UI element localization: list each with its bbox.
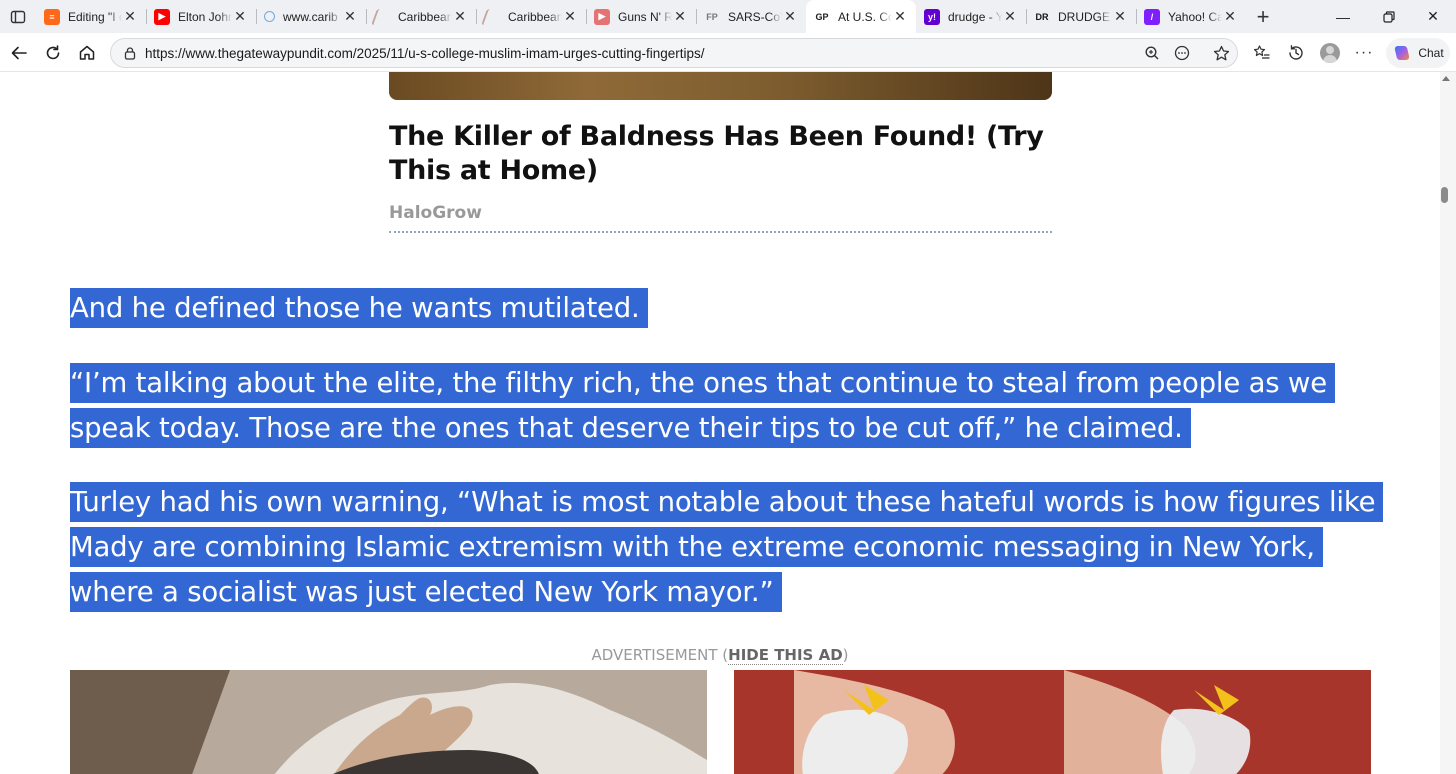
browser-tab[interactable]: DR DRUDGE R✕ — [1026, 0, 1136, 33]
ellipsis-icon: ··· — [1354, 44, 1374, 61]
scroll-up-arrow-icon[interactable] — [1442, 76, 1450, 81]
close-tab-icon[interactable]: ✕ — [342, 8, 358, 25]
page-scrollbar[interactable] — [1440, 72, 1456, 774]
ad-image[interactable] — [389, 72, 1052, 100]
tab-title: www.carib — [283, 9, 338, 24]
favorite-star-button[interactable] — [1205, 37, 1237, 69]
youtube-icon: ▶ — [594, 8, 610, 25]
tab-title: Editing "I c — [68, 9, 122, 24]
tab-title: drudge - Y — [948, 9, 1002, 24]
star-icon — [1213, 45, 1229, 60]
close-tab-icon[interactable]: ✕ — [892, 8, 908, 25]
tab-actions-button[interactable] — [0, 0, 36, 33]
article-paragraph: And he defined those he wants mutilated. — [70, 286, 1390, 331]
restore-icon — [1383, 10, 1395, 23]
browser-tab[interactable]: Caribbean ✕ — [366, 0, 476, 33]
hide-ad-link[interactable]: HIDE THIS AD — [728, 646, 843, 665]
close-tab-icon[interactable]: ✕ — [232, 8, 248, 25]
copilot-chat-button[interactable]: Chat — [1386, 38, 1450, 68]
substack-icon: ≡ — [44, 8, 60, 25]
zoom-icon — [1145, 46, 1159, 60]
close-tab-icon[interactable]: ✕ — [122, 8, 138, 25]
home-button[interactable] — [71, 37, 103, 69]
reader-options-button[interactable] — [1166, 37, 1198, 69]
browser-tab[interactable]: y! drudge - Y ✕ — [916, 0, 1026, 33]
close-tab-icon[interactable]: ✕ — [562, 8, 578, 25]
chat-label: Chat — [1418, 46, 1444, 60]
tab-title: Yahoo! Ca — [1168, 9, 1222, 24]
yahoo-icon: y! — [924, 8, 940, 25]
tab-title: Elton John — [178, 9, 232, 24]
settings-more-button[interactable]: ··· — [1348, 37, 1380, 69]
zoom-button[interactable] — [1136, 37, 1168, 69]
refresh-button[interactable] — [37, 37, 69, 69]
favorites-list-icon — [1253, 45, 1270, 59]
ad-divider — [389, 231, 1052, 233]
favorites-button[interactable] — [1246, 37, 1278, 69]
back-button[interactable] — [3, 37, 35, 69]
tab-title: Caribbean — [398, 9, 452, 24]
close-tab-icon[interactable]: ✕ — [672, 8, 688, 25]
selected-text: “I’m talking about the elite, the filthy… — [70, 363, 1335, 448]
browser-tab[interactable]: ▶ Elton John ✕ — [146, 0, 256, 33]
copilot-icon — [1395, 46, 1410, 60]
avatar — [1320, 43, 1340, 63]
ad-headline-link[interactable]: The Killer of Baldness Has Been Found! (… — [389, 120, 1052, 188]
gp-icon: GP — [815, 11, 829, 22]
close-tab-icon[interactable]: ✕ — [452, 8, 468, 25]
tab-title: SARS-CoV — [728, 9, 782, 24]
refresh-icon — [46, 45, 60, 60]
drudge-icon: DR — [1035, 11, 1049, 22]
address-bar[interactable]: https://www.thegatewaypundit.com/2025/11… — [110, 38, 1238, 68]
close-tab-icon[interactable]: ✕ — [782, 8, 798, 25]
home-icon — [79, 45, 95, 60]
site-info-icon[interactable] — [115, 46, 145, 60]
browser-tab[interactable]: www.carib ✕ — [256, 0, 366, 33]
caribbean-site-icon — [371, 8, 383, 25]
tab-title: DRUDGE R — [1058, 9, 1112, 24]
tab-strip: ≡ Editing "I c ✕ ▶ Elton John ✕ www.carib ✕ Cari… — [0, 0, 1456, 33]
back-arrow-icon — [11, 46, 27, 60]
page-content: The Killer of Baldness Has Been Found! (… — [0, 72, 1440, 774]
browser-tab[interactable]: ≡ Editing "I c ✕ — [36, 0, 146, 33]
new-tab-button[interactable]: + — [1246, 0, 1280, 33]
ad-source[interactable]: HaloGrow — [389, 203, 482, 223]
advertisement-label: ADVERTISEMENT (HIDE THIS AD) — [591, 646, 849, 665]
close-tab-icon[interactable]: ✕ — [1112, 8, 1128, 25]
history-button[interactable] — [1280, 37, 1312, 69]
close-tab-icon[interactable]: ✕ — [1002, 8, 1018, 25]
toolbar: https://www.thegatewaypundit.com/2025/11… — [0, 33, 1456, 72]
url-text[interactable]: https://www.thegatewaypundit.com/2025/11… — [145, 46, 705, 61]
caribbean-site-icon — [481, 8, 493, 25]
youtube-icon: ▶ — [154, 8, 170, 25]
yahoo-icon: / — [1144, 8, 1160, 25]
more-circle-icon — [1174, 45, 1190, 61]
close-window-button[interactable]: ✕ — [1410, 0, 1456, 33]
minimize-button[interactable]: — — [1320, 0, 1366, 33]
tab-actions-icon — [10, 10, 26, 23]
selected-text: Turley had his own warning, “What is mos… — [70, 482, 1384, 612]
browser-tab[interactable]: FP SARS-CoV✕ — [696, 0, 806, 33]
browser-tab[interactable]: GP At U.S. Col ✕ — [806, 0, 916, 33]
search-icon — [264, 11, 275, 22]
scrollbar-thumb[interactable] — [1441, 187, 1448, 203]
browser-tab[interactable]: / Yahoo! Ca ✕ — [1136, 0, 1246, 33]
browser-tab[interactable]: Caribbean ✕ — [476, 0, 586, 33]
advertisement-text: ADVERTISEMENT — [591, 646, 718, 664]
close-tab-icon[interactable]: ✕ — [1222, 8, 1238, 25]
article-paragraph: “I’m talking about the elite, the filthy… — [70, 361, 1390, 451]
ad-photo-left[interactable] — [70, 670, 707, 774]
tab-title: Caribbean — [508, 9, 562, 24]
restore-button[interactable] — [1366, 0, 1412, 33]
ad-photo-right[interactable] — [734, 670, 1371, 774]
profile-button[interactable] — [1314, 37, 1346, 69]
tab-title: Guns N' R — [618, 9, 672, 24]
article-paragraph: Turley had his own warning, “What is mos… — [70, 480, 1390, 615]
selected-text: And he defined those he wants mutilated. — [70, 288, 648, 328]
history-icon — [1289, 45, 1303, 60]
fp-icon: FP — [706, 11, 718, 22]
browser-tab[interactable]: ▶ Guns N' R ✕ — [586, 0, 696, 33]
tab-title: At U.S. Col — [838, 9, 892, 24]
